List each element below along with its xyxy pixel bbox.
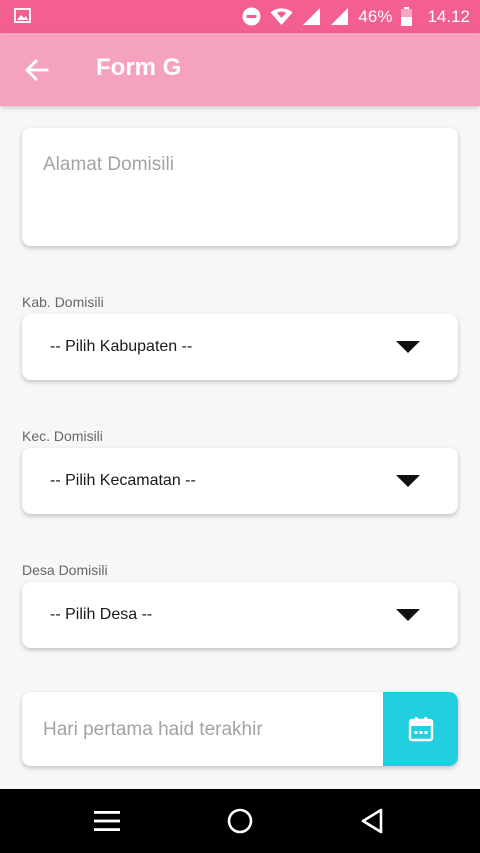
calendar-button[interactable] [383, 692, 458, 766]
alamat-domisili-input[interactable]: Alamat Domisili [22, 128, 458, 246]
kecamatan-select-value: -- Pilih Kecamatan -- [50, 472, 196, 489]
kabupaten-select-value: -- Pilih Kabupaten -- [50, 338, 193, 355]
desa-domisili-label: Desa Domisili [22, 562, 108, 578]
battery-icon [401, 7, 413, 26]
kab-domisili-label: Kab. Domisili [22, 294, 104, 310]
desa-select-value: -- Pilih Desa -- [50, 606, 153, 623]
image-icon [14, 8, 31, 23]
wifi-icon [270, 8, 293, 25]
kabupaten-select[interactable]: -- Pilih Kabupaten -- [22, 314, 458, 380]
form-content: Alamat Domisili Kab. Domisili -- Pilih K… [0, 106, 480, 789]
dropdown-arrow-icon [396, 475, 420, 487]
page-title: Form G [96, 54, 182, 81]
arrow-back-icon[interactable] [24, 57, 50, 83]
battery-percent: 46% [358, 6, 393, 26]
dropdown-arrow-icon [396, 341, 420, 353]
signal-icon [303, 8, 321, 25]
hpht-date-field[interactable]: Hari pertama haid terakhir [22, 692, 458, 766]
menu-icon[interactable] [91, 805, 123, 837]
status-bar: 46% 14.12 [0, 0, 480, 33]
app-bar: Form G [0, 33, 480, 106]
signal-icon [331, 8, 349, 25]
alamat-domisili-placeholder: Alamat Domisili [43, 154, 174, 175]
back-triangle-icon[interactable] [357, 805, 389, 837]
clock: 14.12 [427, 6, 470, 26]
dropdown-arrow-icon [396, 609, 420, 621]
calendar-icon [408, 717, 433, 742]
kec-domisili-label: Kec. Domisili [22, 428, 103, 444]
desa-select[interactable]: -- Pilih Desa -- [22, 582, 458, 648]
kecamatan-select[interactable]: -- Pilih Kecamatan -- [22, 448, 458, 514]
navigation-bar [0, 789, 480, 853]
do-not-disturb-icon [242, 7, 261, 26]
home-circle-icon[interactable] [224, 805, 256, 837]
hpht-placeholder: Hari pertama haid terakhir [43, 719, 263, 740]
